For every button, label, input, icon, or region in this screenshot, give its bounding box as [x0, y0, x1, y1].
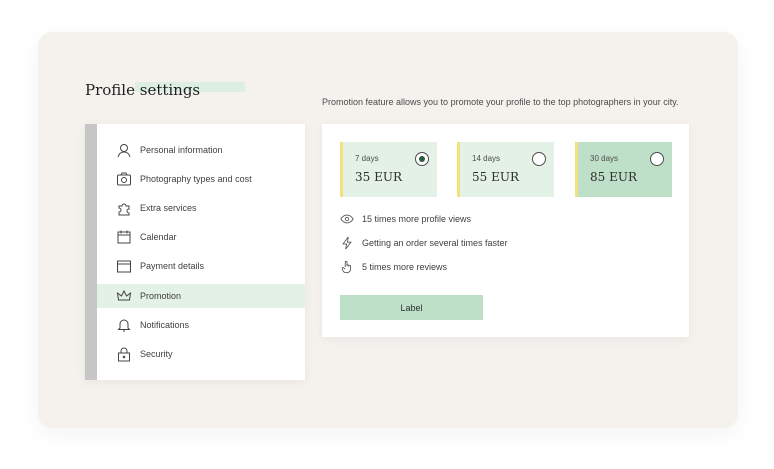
- plan-price: 35 EUR: [355, 170, 402, 184]
- sidebar-item-label: Photography types and cost: [140, 174, 252, 184]
- sidebar-item-security[interactable]: Security: [97, 342, 305, 366]
- sidebar-item-calendar[interactable]: Calendar: [97, 225, 305, 249]
- sidebar-item-label: Extra services: [140, 203, 197, 213]
- sidebar-scrollbar[interactable]: [85, 124, 97, 380]
- lock-icon: [116, 346, 132, 362]
- sidebar-item-label: Notifications: [140, 320, 190, 330]
- sidebar-item-personal-information[interactable]: Personal information: [97, 138, 305, 162]
- sidebar-item-label: Calendar: [140, 232, 177, 242]
- sidebar-item-promotion[interactable]: Promotion: [97, 284, 305, 308]
- benefit-item: 5 times more reviews: [340, 259, 447, 275]
- camera-icon: [116, 171, 132, 187]
- wallet-icon: [116, 258, 132, 274]
- page-title: Profile settings: [85, 81, 201, 99]
- benefit-text: Getting an order several times faster: [362, 238, 508, 248]
- sidebar-item-payment-details[interactable]: Payment details: [97, 254, 305, 278]
- promote-button[interactable]: Label: [340, 295, 483, 320]
- plan-duration: 30 days: [590, 154, 619, 163]
- plan-radio[interactable]: [650, 152, 664, 166]
- sidebar-item-label: Promotion: [140, 291, 182, 301]
- plan-radio[interactable]: [532, 152, 546, 166]
- hand-pointer-icon: [340, 260, 354, 274]
- page-title-wrap: Profile settings: [85, 78, 255, 104]
- sidebar-item-notifications[interactable]: Notifications: [97, 313, 305, 337]
- benefit-text: 5 times more reviews: [362, 262, 448, 272]
- settings-sidebar: Personal information Photography types a…: [85, 124, 305, 380]
- crown-icon: [116, 288, 132, 304]
- lightning-icon: [340, 236, 354, 250]
- plan-price: 55 EUR: [472, 170, 519, 184]
- eye-icon: [340, 212, 354, 226]
- promotion-panel: 7 days 35 EUR 14 days 55 EUR 30 days 85 …: [322, 124, 689, 337]
- plan-price: 85 EUR: [590, 170, 637, 184]
- benefit-text: 15 times more profile views: [362, 214, 472, 224]
- bell-icon: [116, 317, 132, 333]
- sidebar-item-label: Payment details: [140, 261, 205, 271]
- plan-card-30-days[interactable]: 30 days 85 EUR: [575, 142, 672, 197]
- plan-card-14-days[interactable]: 14 days 55 EUR: [457, 142, 554, 197]
- sidebar-item-label: Security: [140, 349, 173, 359]
- plan-duration: 7 days: [355, 154, 379, 163]
- puzzle-icon: [116, 200, 132, 216]
- plan-card-7-days[interactable]: 7 days 35 EUR: [340, 142, 437, 197]
- sidebar-item-extra-services[interactable]: Extra services: [97, 196, 305, 220]
- plan-radio-selected[interactable]: [415, 152, 429, 166]
- sidebar-item-label: Personal information: [140, 145, 223, 155]
- user-icon: [116, 142, 132, 158]
- sidebar-item-photography-types[interactable]: Photography types and cost: [97, 167, 305, 191]
- plan-duration: 14 days: [472, 154, 501, 163]
- benefit-item: Getting an order several times faster: [340, 235, 508, 251]
- benefit-item: 15 times more profile views: [340, 211, 471, 227]
- calendar-icon: [116, 229, 132, 245]
- promotion-description: Promotion feature allows you to promote …: [322, 97, 679, 107]
